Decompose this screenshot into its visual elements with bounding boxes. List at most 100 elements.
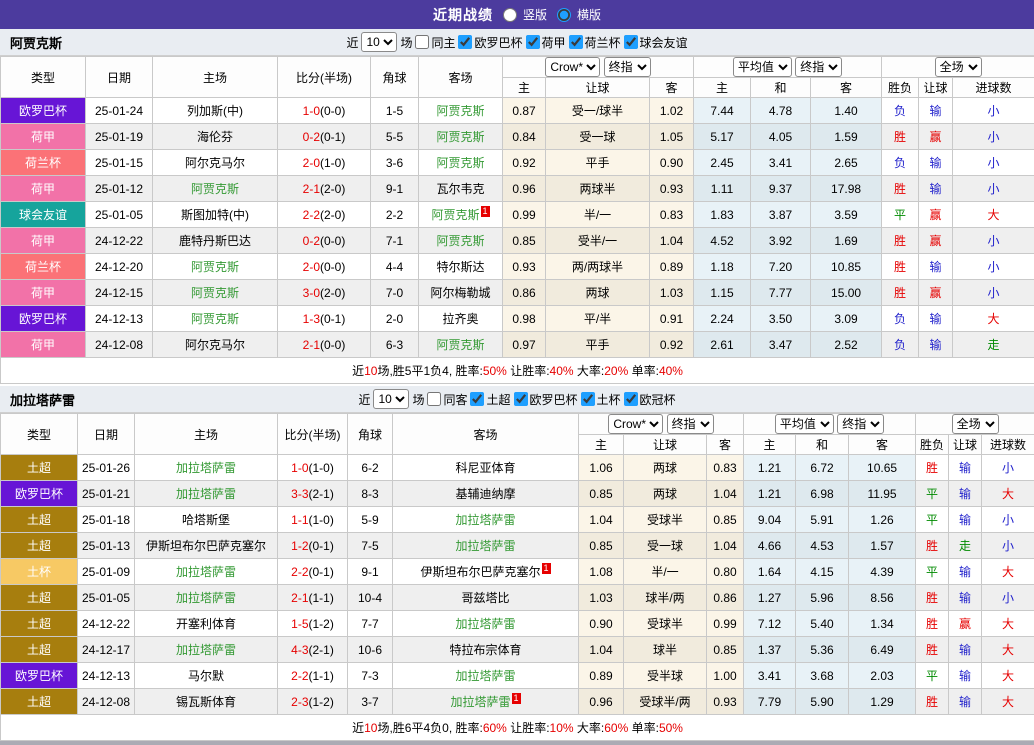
- odds-source-select[interactable]: Crow*: [608, 414, 663, 434]
- league-checkbox[interactable]: [458, 35, 472, 49]
- average-select[interactable]: 平均值: [775, 414, 834, 434]
- fulltime-score: 1-2: [291, 539, 308, 553]
- away-team-text: 科尼亚体育: [455, 461, 515, 475]
- away-team-link[interactable]: 加拉塔萨雷: [455, 539, 515, 553]
- corners-cell: 6-3: [371, 332, 419, 358]
- league-checkbox[interactable]: [470, 392, 484, 406]
- away-team-link[interactable]: 加拉塔萨雷: [450, 695, 510, 709]
- home-team-cell: 阿贾克斯: [153, 254, 278, 280]
- league-checkbox[interactable]: [526, 35, 540, 49]
- away-team-link[interactable]: 加拉塔萨雷: [455, 513, 515, 527]
- home-team-link[interactable]: 加拉塔萨雷: [176, 487, 236, 501]
- odds-time-select[interactable]: 终指: [667, 414, 714, 434]
- recent-count-select[interactable]: 10: [361, 32, 397, 52]
- average-away-cell: 1.26: [849, 507, 916, 533]
- average-away-cell: 2.65: [811, 150, 882, 176]
- home-team-link[interactable]: 加拉塔萨雷: [176, 461, 236, 475]
- league-checkbox[interactable]: [581, 392, 595, 406]
- same-venue-filter[interactable]: 同主: [415, 34, 455, 51]
- league-label: 荷兰杯: [585, 34, 621, 51]
- average-home-cell: 1.37: [744, 637, 796, 663]
- home-team-link[interactable]: 阿贾克斯: [191, 182, 239, 196]
- win-loss-cell: 胜: [916, 585, 949, 611]
- home-team-link[interactable]: 阿贾克斯: [191, 260, 239, 274]
- average-select[interactable]: 平均值: [733, 57, 792, 77]
- column-header-类型: 类型: [1, 57, 86, 98]
- date-cell: 24-12-13: [78, 663, 135, 689]
- away-team-cell: 加拉塔萨雷: [393, 533, 579, 559]
- away-team-text: 哥兹塔比: [461, 591, 509, 605]
- league-filter-土杯[interactable]: 土杯: [581, 391, 621, 408]
- same-venue-label: 同客: [443, 391, 467, 408]
- league-filter-欧罗巴杯[interactable]: 欧罗巴杯: [514, 391, 578, 408]
- odds-source-select[interactable]: Crow*: [545, 57, 600, 77]
- odds-home-cell: 0.98: [503, 306, 546, 332]
- odds-home-cell: 0.89: [579, 663, 624, 689]
- same-venue-checkbox[interactable]: [427, 392, 441, 406]
- home-team-text: 海伦芬: [197, 130, 233, 144]
- home-team-cell: 阿贾克斯: [153, 280, 278, 306]
- handicap-result-cell: 输: [949, 585, 982, 611]
- away-team-link[interactable]: 阿贾克斯: [436, 104, 484, 118]
- layout-option-vertical[interactable]: 竖版: [503, 6, 547, 23]
- away-team-link[interactable]: 阿贾克斯: [436, 156, 484, 170]
- league-filter-欧冠杯[interactable]: 欧冠杯: [624, 391, 676, 408]
- over-under-cell: 大: [982, 689, 1034, 715]
- average-time-select[interactable]: 终指: [795, 57, 842, 77]
- win-loss-cell: 平: [916, 663, 949, 689]
- league-filter-土超[interactable]: 土超: [470, 391, 510, 408]
- same-venue-label: 同主: [431, 34, 455, 51]
- vertical-layout-radio[interactable]: [503, 8, 517, 22]
- halftime-score: (2-1): [309, 487, 334, 501]
- average-away-cell: 6.49: [849, 637, 916, 663]
- handicap-cell: 受半球: [624, 663, 707, 689]
- league-checkbox[interactable]: [624, 392, 638, 406]
- odds-time-select[interactable]: 终指: [604, 57, 651, 77]
- home-team-cell: 加拉塔萨雷: [135, 585, 278, 611]
- league-filter-球会友谊[interactable]: 球会友谊: [624, 34, 688, 51]
- score-cell: 4-3(2-1): [278, 637, 348, 663]
- competition-type-cell: 土杯: [1, 559, 78, 585]
- date-cell: 24-12-17: [78, 637, 135, 663]
- home-team-link[interactable]: 加拉塔萨雷: [176, 591, 236, 605]
- league-filter-荷甲[interactable]: 荷甲: [526, 34, 566, 51]
- away-team-link[interactable]: 加拉塔萨雷: [455, 617, 515, 631]
- average-home-cell: 3.41: [744, 663, 796, 689]
- team-sections: 阿贾克斯近10场同主欧罗巴杯荷甲荷兰杯球会友谊类型日期主场比分(半场)角球客场C…: [0, 29, 1034, 741]
- summary-stat-label: 单率:: [628, 721, 659, 735]
- average-time-select[interactable]: 终指: [837, 414, 884, 434]
- league-filter-欧罗巴杯[interactable]: 欧罗巴杯: [458, 34, 522, 51]
- same-venue-filter[interactable]: 同客: [427, 391, 467, 408]
- away-team-link[interactable]: 阿贾克斯: [436, 130, 484, 144]
- league-checkbox[interactable]: [514, 392, 528, 406]
- summary-stat-value: 60%: [604, 721, 628, 735]
- handicap-result-cell: 输: [949, 637, 982, 663]
- odds-home-cell: 0.96: [503, 176, 546, 202]
- same-venue-checkbox[interactable]: [415, 35, 429, 49]
- column-header-比分(半场): 比分(半场): [278, 414, 348, 455]
- scope-select[interactable]: 全场: [952, 414, 999, 434]
- league-filter-荷兰杯[interactable]: 荷兰杯: [569, 34, 621, 51]
- score-cell: 2-2(0-1): [278, 559, 348, 585]
- win-loss-cell: 平: [916, 481, 949, 507]
- horizontal-layout-radio[interactable]: [557, 8, 571, 22]
- away-team-link[interactable]: 阿贾克斯: [431, 208, 479, 222]
- league-checkbox[interactable]: [624, 35, 638, 49]
- corners-cell: 5-9: [348, 507, 393, 533]
- home-team-link[interactable]: 加拉塔萨雷: [176, 643, 236, 657]
- home-team-link[interactable]: 阿贾克斯: [191, 286, 239, 300]
- home-team-link[interactable]: 加拉塔萨雷: [176, 565, 236, 579]
- win-loss-cell: 胜: [916, 455, 949, 481]
- sub-column-header-让球: 让球: [546, 78, 650, 98]
- away-team-link[interactable]: 加拉塔萨雷: [455, 669, 515, 683]
- recent-count-select[interactable]: 10: [373, 389, 409, 409]
- away-team-link[interactable]: 阿贾克斯: [436, 234, 484, 248]
- date-cell: 24-12-15: [86, 280, 153, 306]
- handicap-cell: 两球: [624, 455, 707, 481]
- scope-select[interactable]: 全场: [935, 57, 982, 77]
- away-team-link[interactable]: 阿贾克斯: [436, 338, 484, 352]
- home-team-link[interactable]: 阿贾克斯: [191, 312, 239, 326]
- competition-type-cell: 荷甲: [1, 176, 86, 202]
- league-checkbox[interactable]: [569, 35, 583, 49]
- layout-option-horizontal[interactable]: 横版: [557, 6, 601, 23]
